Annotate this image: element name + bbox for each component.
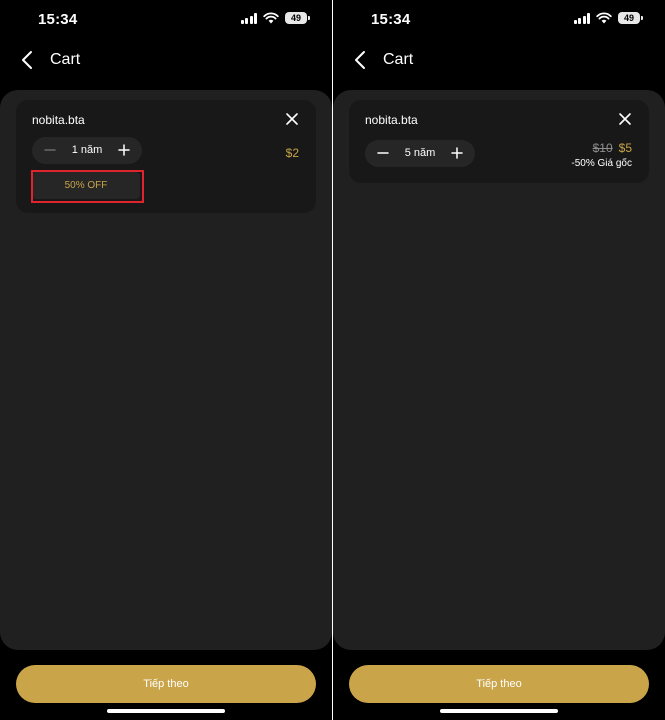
cart-screen-right: 15:34 49 Cart nobita.bta 5 năm $10 $5 -5… (333, 0, 665, 720)
close-icon[interactable] (618, 112, 632, 126)
home-indicator (107, 709, 225, 713)
item-price: $2 (285, 146, 299, 160)
wifi-icon (596, 12, 612, 24)
nav-bar: Cart (333, 45, 665, 75)
battery-icon: 49 (285, 12, 310, 24)
plus-icon[interactable] (117, 143, 131, 157)
signal-icon (573, 12, 590, 24)
discount-note: -50% Giá gốc (571, 158, 632, 169)
cart-item-name: nobita.bta (365, 113, 418, 127)
status-icons: 49 (573, 12, 643, 24)
continue-button[interactable]: Tiếp theo (349, 665, 649, 703)
nav-bar: Cart (0, 45, 332, 75)
cart-item-card: nobita.bta 5 năm $10 $5 -50% Giá gốc (349, 100, 649, 183)
back-button[interactable] (18, 49, 38, 71)
status-time: 15:34 (371, 11, 411, 28)
close-icon[interactable] (285, 112, 299, 126)
highlight-box (31, 170, 144, 203)
quantity-stepper: 1 năm (32, 137, 142, 164)
original-price: $10 (592, 141, 613, 155)
plus-icon[interactable] (450, 146, 464, 160)
page-title: Cart (50, 51, 81, 68)
back-button[interactable] (351, 49, 371, 71)
quantity-stepper: 5 năm (365, 140, 475, 167)
battery-icon: 49 (618, 12, 643, 24)
wifi-icon (263, 12, 279, 24)
home-indicator (440, 709, 558, 713)
page-title: Cart (383, 51, 414, 68)
cart-item-name: nobita.bta (32, 113, 85, 127)
discounted-price: $5 (618, 141, 632, 155)
cart-screen-left: 15:34 49 Cart nobita.bta 1 năm $2 50% OF… (0, 0, 332, 720)
price-group: $10 $5 (593, 141, 632, 155)
continue-button[interactable]: Tiếp theo (16, 665, 316, 703)
signal-icon (240, 12, 257, 24)
status-bar: 15:34 49 (0, 0, 332, 38)
status-time: 15:34 (38, 11, 78, 28)
status-icons: 49 (240, 12, 310, 24)
status-bar: 15:34 49 (333, 0, 665, 38)
